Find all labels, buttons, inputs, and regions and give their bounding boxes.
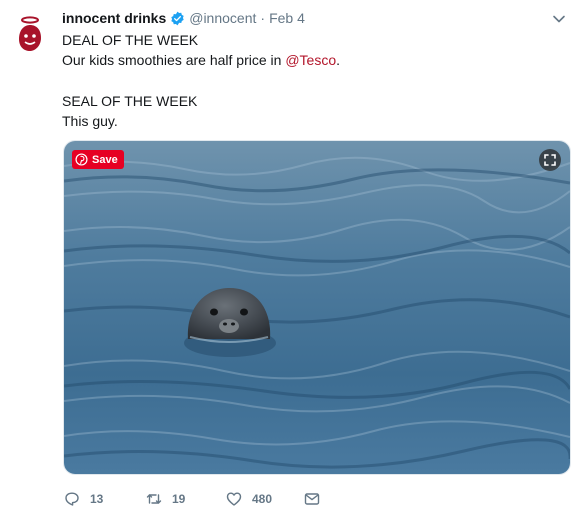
retweet-icon <box>146 494 162 504</box>
seal-photo <box>64 141 570 474</box>
retweet-button[interactable]: 19 <box>146 488 185 510</box>
reply-icon <box>65 492 79 506</box>
tweet-line-2-suffix: . <box>336 52 341 68</box>
tweet-photo[interactable]: Save <box>63 140 571 475</box>
reply-button[interactable]: 13 <box>64 488 103 510</box>
tweet-line-1: DEAL OF THE WEEK <box>62 32 199 48</box>
tweet-header: innocent drinks @innocent · Feb 4 <box>62 9 540 27</box>
pinterest-save-button[interactable]: Save <box>72 150 124 169</box>
tweet[interactable]: innocent drinks @innocent · Feb 4 DEAL O… <box>0 0 576 516</box>
tweet-line-2-prefix: Our kids smoothies are half price in <box>62 52 286 68</box>
tweet-line-3: SEAL OF THE WEEK <box>62 93 198 109</box>
save-button-label: Save <box>92 153 118 166</box>
header-separator: · <box>260 10 266 26</box>
verified-badge-icon <box>171 11 184 25</box>
expand-icon <box>544 154 556 166</box>
mention-link[interactable]: @Tesco <box>285 52 336 68</box>
tweet-line-4: This guy. <box>62 113 118 129</box>
tweet-text: DEAL OF THE WEEK Our kids smoothies are … <box>62 30 552 131</box>
heart-icon <box>226 492 242 506</box>
pinterest-icon <box>75 153 88 166</box>
expand-button[interactable] <box>539 149 561 171</box>
retweet-count: 19 <box>172 492 186 506</box>
tweet-actions: 13 19 480 <box>64 488 364 510</box>
like-button[interactable]: 480 <box>226 488 272 510</box>
direct-message-button[interactable] <box>304 488 320 510</box>
innocent-logo-icon <box>8 12 52 56</box>
author-handle[interactable]: @innocent <box>189 9 256 27</box>
tweet-date[interactable]: Feb 4 <box>269 9 305 27</box>
author-name[interactable]: innocent drinks <box>62 9 166 27</box>
like-count: 480 <box>252 492 273 506</box>
tweet-line-2: Our kids smoothies are half price in @Te… <box>62 50 552 70</box>
avatar[interactable] <box>8 12 52 56</box>
reply-count: 13 <box>90 492 104 506</box>
chevron-down-icon[interactable] <box>552 12 566 26</box>
envelope-icon <box>304 493 320 505</box>
